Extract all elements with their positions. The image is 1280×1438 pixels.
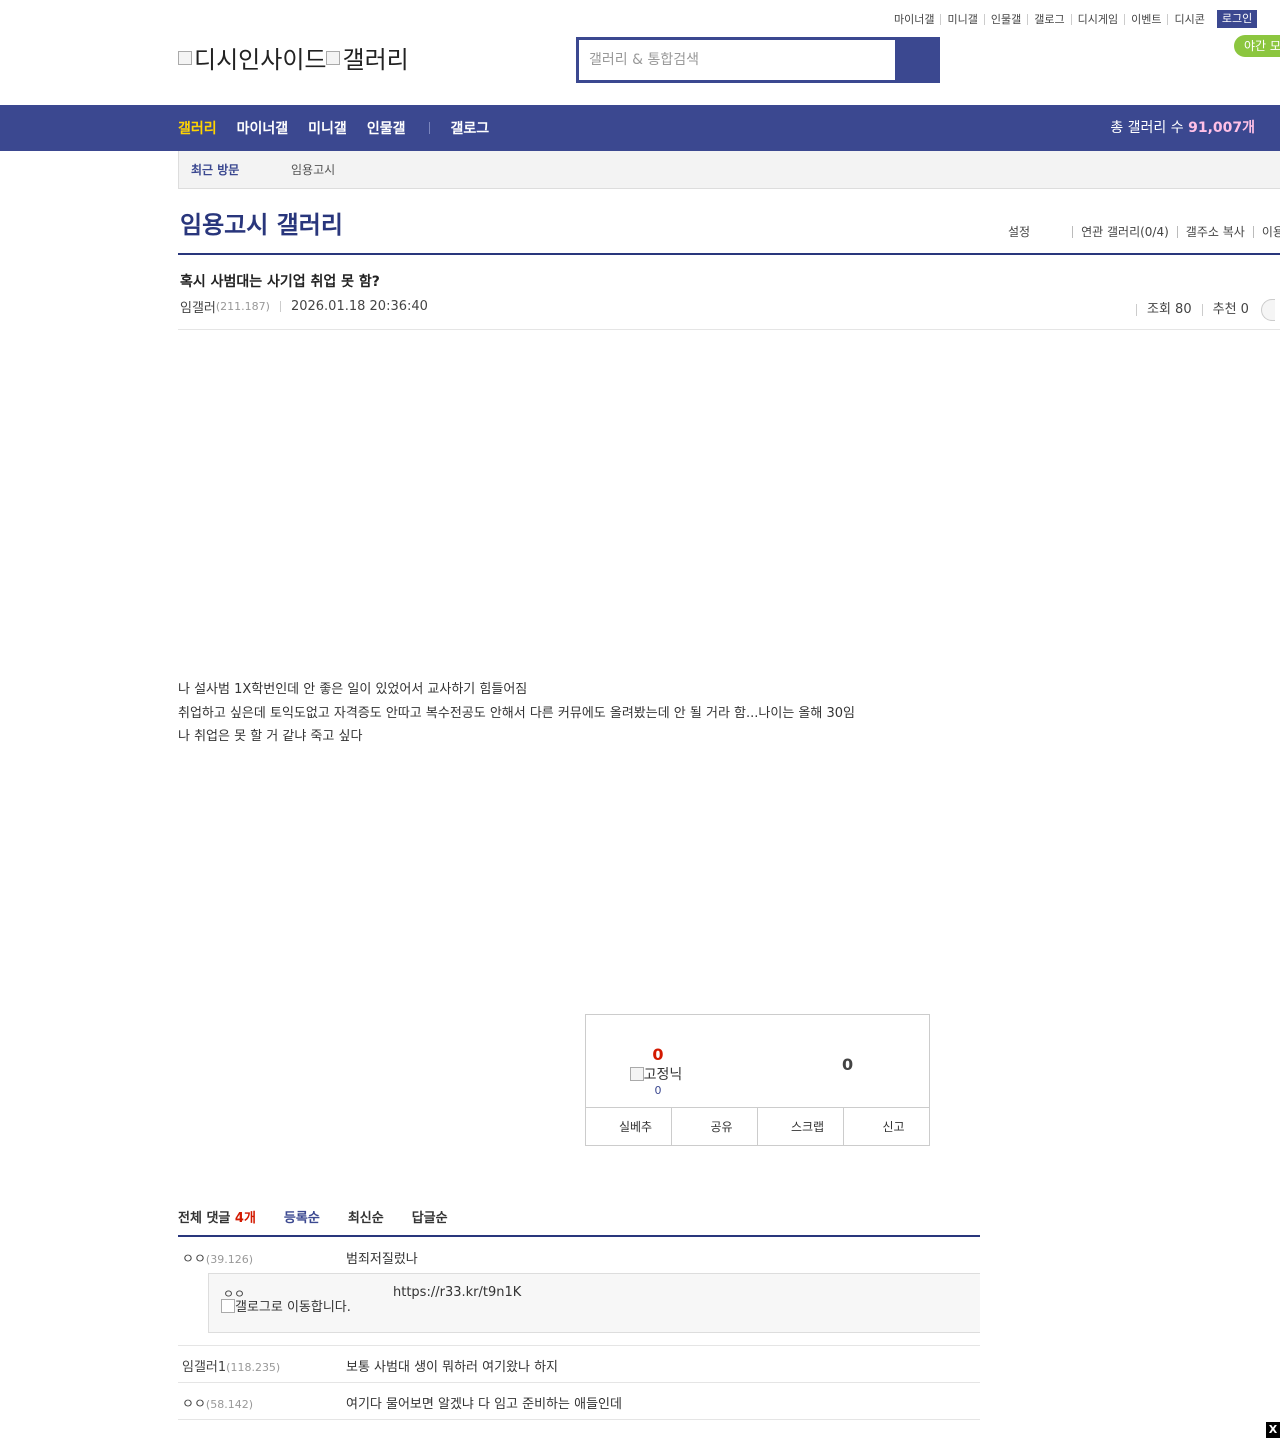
sort-latest[interactable]: 최신순 [348, 1207, 384, 1226]
util-link-mini[interactable]: 미니갤 [940, 13, 983, 25]
post-body-line: 나 설사범 1X학번인데 안 좋은 일이 있었어서 교사하기 힘들어짐 [178, 682, 528, 697]
broken-image-icon [178, 50, 192, 65]
gallery-title-divider [178, 253, 1280, 255]
util-link-event[interactable]: 이벤트 [1124, 13, 1167, 25]
comment-nick[interactable]: ㅇㅇ(39.126) [182, 1248, 253, 1267]
gallery-tools: 설정 연관 갤러리(0/4) 갤주소 복사 이용 [1000, 226, 1280, 238]
comment-item: ㅇㅇ(58.142) 여기다 물어보면 알겠냐 다 임고 준비하는 애들인데 [178, 1383, 980, 1420]
post-body-line: 나 취업은 못 할 거 같냐 죽고 싶다 [178, 729, 363, 744]
util-link-dccon[interactable]: 디시콘 [1167, 13, 1210, 25]
silbe-recommend-button[interactable]: 실베추 [586, 1108, 671, 1145]
reply-text[interactable]: https://r33.kr/t9n1K [393, 1285, 521, 1300]
recommend-down-count[interactable]: 0 [842, 1055, 853, 1074]
gnb-item-minor[interactable]: 마이너갤 [237, 118, 289, 138]
login-button[interactable]: 로그인 [1216, 10, 1258, 28]
util-link-minor[interactable]: 마이너갤 [888, 14, 940, 25]
sort-registered[interactable]: 등록순 [284, 1207, 320, 1226]
top-util-bar: 마이너갤 미니갤 인물갤 갤로그 디시게임 이벤트 디시콘 로그인 [888, 10, 1258, 28]
meta-divider [279, 301, 281, 312]
gnb-item-gallery[interactable]: 갤러리 [178, 118, 217, 138]
comment-text: 보통 사범대 생이 뭐하러 여기왔나 하지 [346, 1360, 559, 1375]
comment-nick[interactable]: ㅇㅇ(58.142) [182, 1393, 253, 1412]
recommend-up-count: 0 [652, 1045, 664, 1064]
gallery-count-value: 91,007개 [1188, 120, 1255, 136]
recent-visit-item[interactable]: 임용고시 [291, 161, 335, 178]
settings-link[interactable]: 설정 [1000, 226, 1038, 238]
comment-text: 범죄저질렀나 [346, 1252, 418, 1267]
comment-nick-text: ㅇㅇ [182, 1397, 206, 1412]
comment-count-button[interactable] [1260, 299, 1275, 321]
global-nav: 갤러리 마이너갤 미니갤 인물갤 갤로그 총 갤러리 수 91,007개 [0, 105, 1280, 151]
post-title: 혹시 사범대는 사기업 취업 못 함? [180, 274, 380, 290]
util-link-gallog[interactable]: 갤로그 [1027, 13, 1070, 25]
gallog-link[interactable]: 갤로그로 이동합니다. [221, 1299, 351, 1314]
comments-label: 전체 댓글 4개 [178, 1207, 256, 1226]
gnb-menu: 갤러리 마이너갤 미니갤 인물갤 갤로그 [178, 105, 509, 151]
recommend-up-button[interactable]: 0 고정닉 0 [626, 1045, 690, 1097]
site-logo[interactable]: 디시인사이드 갤러리 [178, 40, 409, 75]
recommend-box: 0 고정닉 0 0 실베추 공유 스크랩 신고 [585, 1014, 930, 1146]
util-link-dcgame[interactable]: 디시게임 [1070, 13, 1124, 25]
recommend-actions: 실베추 공유 스크랩 신고 [586, 1107, 929, 1145]
search-button[interactable] [895, 40, 937, 80]
post-date: 2026.01.18 20:36:40 [290, 299, 428, 314]
util-link-person[interactable]: 인물갤 [983, 13, 1027, 25]
post-meta: 임갤러 (211.187) 2026.01.18 20:36:40 [180, 297, 428, 316]
gnb-item-person[interactable]: 인물갤 [367, 118, 406, 138]
post-recommends: 추천 0 [1201, 303, 1259, 316]
post-body: 나 설사범 1X학번인데 안 좋은 일이 있었어서 교사하기 힘들어짐 취업하고… [178, 678, 855, 749]
comment-ip: (39.126) [205, 1253, 253, 1266]
comments-unit: 개 [243, 1211, 256, 1226]
comment-ip: (118.235) [226, 1361, 281, 1374]
comment-nick[interactable]: 임갤러1(118.235) [182, 1356, 280, 1375]
report-button[interactable]: 신고 [843, 1108, 929, 1145]
gallery-count: 총 갤러리 수 91,007개 [1110, 105, 1255, 151]
gallery-count-label: 총 갤러리 수 [1110, 120, 1184, 136]
broken-image-icon [221, 1299, 235, 1313]
post-header-divider [178, 329, 1280, 330]
search-input[interactable] [579, 40, 895, 80]
comment-item: 임갤러1(118.235) 보통 사범대 생이 뭐하러 여기왔나 하지 [178, 1346, 980, 1383]
night-mode-button[interactable]: 야간 모드 [1234, 35, 1280, 57]
logo-gallery-alt: 갤러리 [342, 46, 409, 74]
comment-nick-text: ㅇㅇ [182, 1252, 206, 1267]
usage-link[interactable]: 이용 [1252, 226, 1280, 238]
gnb-item-mini[interactable]: 미니갤 [308, 118, 347, 138]
recent-visit-label[interactable]: 최근 방문 [191, 161, 291, 178]
comment-item: ㅇㅇ(39.126) 범죄저질렀나 [178, 1237, 980, 1273]
recent-visit-bar: 최근 방문 임용고시 [178, 151, 1280, 189]
fixed-nick-count: 0 [654, 1084, 662, 1097]
post-body-line: 취업하고 싶은데 토익도없고 자격증도 안따고 복수전공도 안해서 다른 커뮤에… [178, 705, 855, 721]
copy-address-link[interactable]: 갤주소 복사 [1176, 226, 1253, 238]
comment-ip: (58.142) [205, 1398, 253, 1411]
post-stats: 조회 80 추천 0 [1136, 299, 1275, 321]
broken-image-icon [326, 50, 341, 65]
gallog-link-alt: 갤로그로 이동합니다. [235, 1300, 351, 1315]
comments-label-text: 전체 댓글 [178, 1211, 231, 1226]
fixed-nick-label: 고정닉 [622, 1064, 690, 1084]
reply-item: ㅇㅇ 갤로그로 이동합니다. https://r33.kr/t9n1K [208, 1273, 980, 1333]
fixed-nick-alt: 고정닉 [643, 1067, 683, 1083]
post-author-ip: (211.187) [215, 300, 270, 313]
reply-bottom-divider [178, 1333, 980, 1346]
share-button[interactable]: 공유 [671, 1108, 757, 1145]
sort-replies[interactable]: 답글순 [412, 1207, 448, 1226]
search-box [576, 37, 940, 83]
close-icon[interactable]: X [1266, 1422, 1280, 1438]
broken-image-icon [629, 1067, 644, 1081]
comment-nick-text: 임갤러1 [182, 1360, 227, 1375]
logo-site-alt: 디시인사이드 [194, 46, 327, 74]
gnb-divider [429, 122, 431, 134]
post-author[interactable]: 임갤러 [180, 297, 216, 316]
gnb-item-gallog[interactable]: 갤로그 [450, 118, 489, 138]
comment-text: 여기다 물어보면 알겠냐 다 임고 준비하는 애들인데 [346, 1397, 622, 1412]
comments-count: 4 [234, 1211, 244, 1226]
post-views: 조회 80 [1136, 303, 1202, 316]
comments-header: 전체 댓글 4개 등록순 최신순 답글순 [178, 1207, 448, 1226]
related-gallery-link[interactable]: 연관 갤러리(0/4) [1072, 226, 1177, 238]
gallery-title[interactable]: 임용고시 갤러리 [180, 205, 343, 240]
scrap-button[interactable]: 스크랩 [757, 1108, 843, 1145]
